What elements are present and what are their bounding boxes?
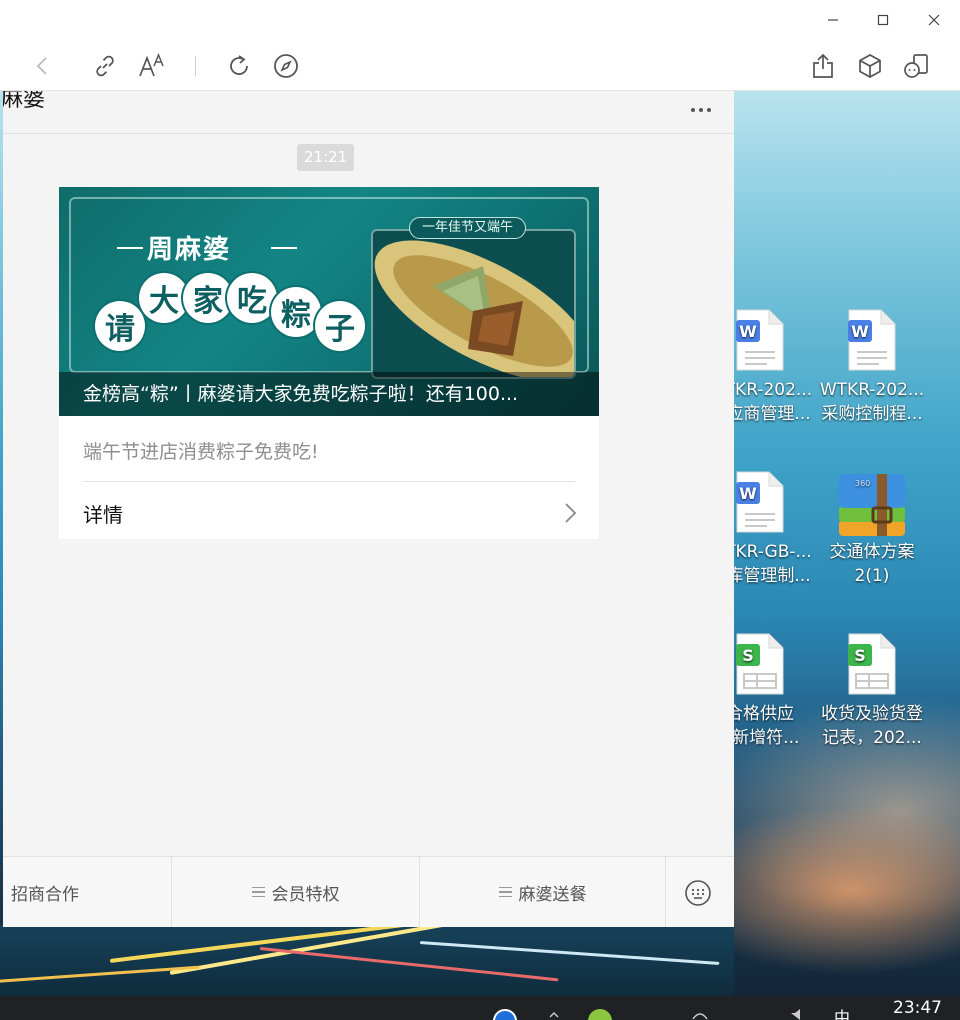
open-in-browser-button[interactable]: [270, 50, 302, 82]
refresh-icon: [230, 55, 248, 75]
copy-link-button[interactable]: [89, 50, 121, 82]
desktop-file-label: 收货及验货登: [821, 704, 923, 724]
desktop-file-icon[interactable]: 360 交通体方案 2(1): [816, 470, 928, 588]
desktop-wallpaper-strip: [0, 925, 734, 996]
tray-app-icon[interactable]: [588, 1009, 612, 1020]
message-timestamp: 21:21: [297, 144, 355, 171]
word-document-icon: W: [735, 308, 785, 372]
menu-item-label: 会员特权: [271, 884, 340, 905]
menu-list-icon: [498, 886, 512, 898]
network-icon[interactable]: [692, 1008, 708, 1020]
desktop-file-label: WTKR-202...: [819, 380, 925, 400]
banner-slogan: 请 大 家 吃 粽 子: [95, 273, 365, 351]
banner-decor-line: [117, 247, 143, 249]
bottom-menu-bar: 招商合作 会员特权 麻婆送餐: [3, 856, 734, 927]
article-banner-image[interactable]: 周麻婆 请 大 家 吃 粽 子 一年佳节又端午 金榜高“粽”丨麻婆请大家免费吃粽…: [59, 187, 599, 416]
close-icon: [928, 14, 940, 26]
share-button[interactable]: [807, 50, 839, 82]
banner-decor-line: [271, 247, 297, 249]
browser-toolbar: [0, 40, 960, 91]
more-dot-icon: [707, 108, 711, 112]
menu-item-label: 麻婆送餐: [518, 884, 587, 905]
desktop-file-label: 2(1): [854, 566, 890, 586]
slogan-char: 子: [315, 301, 365, 351]
detail-link[interactable]: 详情: [83, 499, 123, 528]
link-icon: [96, 55, 114, 77]
word-document-icon: W: [847, 308, 897, 372]
panel-title: 麻婆: [3, 91, 46, 112]
desktop-file-label: 记表，202...: [822, 728, 922, 748]
taskbar-clock[interactable]: 23:47: [893, 998, 942, 1018]
menu-list-icon: [251, 886, 265, 898]
menu-item-label: 招商合作: [11, 884, 79, 905]
article-description: 端午节进店消费粽子免费吃!: [83, 441, 319, 463]
toolbar-separator: [195, 56, 196, 76]
chevron-right-icon[interactable]: [561, 501, 579, 525]
refresh-button[interactable]: [223, 50, 255, 82]
spreadsheet-icon: S: [735, 632, 785, 696]
more-dot-icon: [691, 108, 695, 112]
maximize-button[interactable]: [867, 6, 899, 34]
panel-header: 麻婆: [3, 91, 734, 134]
compass-icon: [274, 54, 298, 78]
font-size-button[interactable]: [136, 50, 168, 82]
zip-archive-icon: 360: [835, 470, 909, 536]
official-account-panel: 麻婆 21:21 周麻婆 请 大 家 吃 粽 子 一年佳节又端午 金榜高“粽”丨…: [3, 91, 734, 927]
desktop-file-label: 采购控制程...: [821, 404, 923, 424]
svg-text:S: S: [742, 646, 754, 665]
banner-tag: 一年佳节又端午: [409, 217, 527, 239]
menu-item-investment[interactable]: 招商合作: [3, 857, 172, 927]
tray-app-icon[interactable]: [493, 1009, 517, 1020]
slogan-char: 粽: [271, 287, 321, 337]
slogan-char: 大: [139, 273, 189, 323]
floating-window-button[interactable]: [900, 50, 932, 82]
share-icon: [813, 53, 833, 78]
word-document-icon: W: [735, 470, 785, 534]
svg-text:360: 360: [855, 479, 870, 488]
tray-chevron-icon[interactable]: [548, 1008, 560, 1020]
taskbar: 中 23:47: [0, 996, 960, 1020]
banner-brand: 周麻婆: [147, 235, 232, 265]
cube-icon: [859, 54, 881, 78]
font-size-icon: [139, 53, 164, 77]
minimize-icon: [828, 19, 838, 21]
desktop-file-icon[interactable]: S 收货及验货登 记表，202...: [816, 632, 928, 750]
svg-text:W: W: [739, 484, 757, 503]
desktop-file-label: 交通体方案: [829, 542, 915, 562]
menu-item-delivery[interactable]: 麻婆送餐: [420, 857, 666, 927]
slogan-char: 吃: [227, 273, 277, 323]
ime-indicator[interactable]: 中: [834, 1004, 850, 1020]
slogan-char: 家: [183, 273, 233, 323]
card-divider: [83, 481, 575, 482]
zongzi-photo: [371, 229, 576, 379]
chevron-left-icon: [36, 57, 47, 75]
volume-icon[interactable]: [790, 1008, 806, 1020]
slogan-char: 请: [95, 301, 145, 351]
maximize-icon: [877, 14, 889, 26]
mini-program-button[interactable]: [854, 50, 886, 82]
minimize-button[interactable]: [817, 6, 849, 34]
more-options-button[interactable]: [683, 97, 719, 123]
back-button[interactable]: [27, 50, 59, 82]
window-titlebar: [0, 0, 960, 40]
desktop-file-icon[interactable]: W WTKR-202... 采购控制程...: [816, 308, 928, 426]
svg-text:S: S: [854, 646, 866, 665]
article-title: 金榜高“粽”丨麻婆请大家免费吃粽子啦！还有100...: [59, 372, 599, 416]
menu-item-member[interactable]: 会员特权: [172, 857, 420, 927]
close-button[interactable]: [918, 6, 950, 34]
float-window-icon: [904, 54, 928, 78]
svg-text:W: W: [739, 322, 757, 341]
article-card[interactable]: 周麻婆 请 大 家 吃 粽 子 一年佳节又端午 金榜高“粽”丨麻婆请大家免费吃粽…: [59, 187, 599, 539]
keyboard-toggle-icon[interactable]: [684, 879, 712, 907]
svg-text:W: W: [851, 322, 869, 341]
spreadsheet-icon: S: [847, 632, 897, 696]
more-dot-icon: [699, 108, 703, 112]
